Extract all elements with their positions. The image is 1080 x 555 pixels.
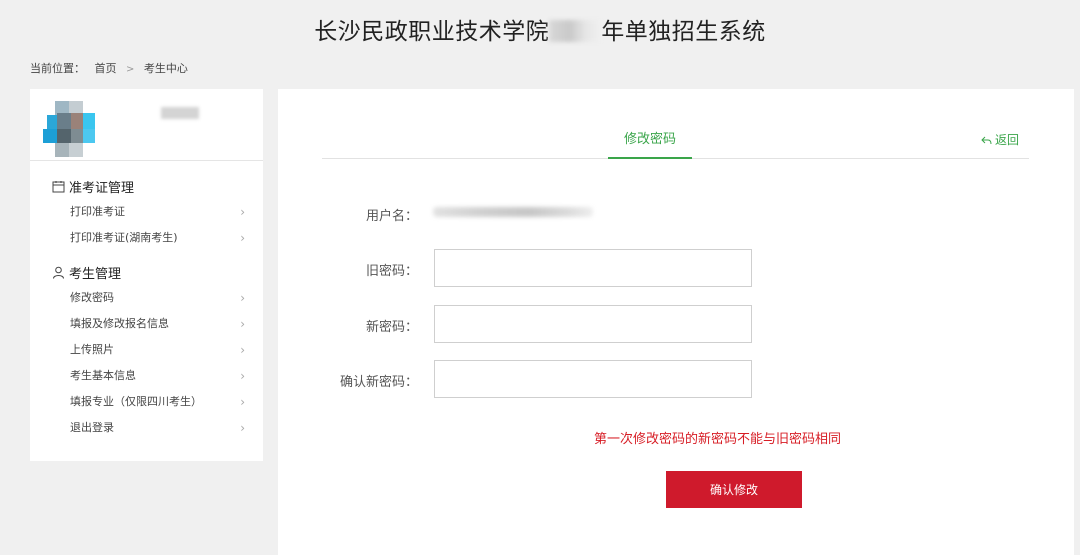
redacted-year (549, 20, 602, 42)
sidebar-item-label: 修改密码 (70, 291, 114, 304)
back-label: 返回 (994, 133, 1019, 147)
new-password-field[interactable] (434, 305, 752, 343)
sidebar-item-label: 打印准考证(湖南考生) (70, 231, 178, 244)
breadcrumb-current: 考生中心 (143, 62, 188, 75)
chevron-right-icon: › (240, 291, 245, 305)
sidebar-item-upload-photo[interactable]: 上传照片 › (70, 341, 245, 359)
sidebar: 准考证管理 打印准考证 › 打印准考证(湖南考生) › 考生管理 修改密码 › … (30, 89, 263, 461)
username-label: 用户名： (365, 209, 418, 224)
sidebar-item-label: 上传照片 (70, 343, 114, 356)
menu-group-admission-ticket: 准考证管理 (52, 177, 134, 196)
confirm-password-field[interactable] (434, 360, 752, 398)
sidebar-item-label: 考生基本信息 (70, 369, 136, 382)
user-icon (53, 266, 64, 279)
page-title: 长沙民政职业技术学院 年单独招生系统 (0, 12, 1080, 46)
breadcrumb-home-link[interactable]: 首页 (95, 62, 117, 75)
tab-change-password[interactable]: 修改密码 (608, 129, 692, 159)
chevron-right-icon: › (240, 317, 245, 331)
back-link[interactable]: 返回 (981, 129, 1019, 151)
old-password-field[interactable] (434, 249, 752, 287)
page-title-prefix: 长沙民政职业技术学院 (314, 19, 550, 45)
menu-group-title: 准考证管理 (69, 181, 135, 196)
sidebar-item-label: 打印准考证 (70, 205, 125, 218)
chevron-right-icon: › (240, 205, 245, 219)
tab-bar: 修改密码 返回 (322, 129, 1029, 159)
password-warning: 第一次修改密码的新密码不能与旧密码相同 (594, 432, 842, 447)
chevron-right-icon: › (240, 231, 245, 245)
confirm-password-label: 确认新密码： (339, 375, 418, 390)
sidebar-item-label: 退出登录 (70, 421, 114, 434)
reply-arrow-icon (981, 136, 992, 145)
breadcrumb: 当前位置： 首页 > 考生中心 (30, 60, 194, 76)
sidebar-item-edit-registration[interactable]: 填报及修改报名信息 › (70, 315, 245, 333)
sidebar-item-label: 填报及修改报名信息 (70, 317, 169, 330)
sidebar-item-label: 填报专业（仅限四川考生） (70, 395, 202, 408)
breadcrumb-label: 当前位置： (30, 62, 85, 75)
sidebar-item-select-major[interactable]: 填报专业（仅限四川考生） › (70, 393, 245, 411)
calendar-icon (52, 181, 65, 193)
new-password-label: 新密码： (365, 320, 418, 335)
old-password-label: 旧密码： (365, 264, 418, 279)
confirm-change-button[interactable]: 确认修改 (666, 471, 802, 508)
redacted-username (433, 207, 593, 217)
chevron-right-icon: › (240, 343, 245, 357)
sidebar-item-print-ticket-hunan[interactable]: 打印准考证(湖南考生) › (70, 229, 245, 247)
menu-group-student-management: 考生管理 (52, 263, 121, 282)
main-panel: 修改密码 返回 用户名： 旧密码： 新密码： 确认新密码： 第一次修改密码的新密… (278, 89, 1074, 555)
sidebar-item-logout[interactable]: 退出登录 › (70, 419, 245, 437)
chevron-right-icon: › (240, 421, 245, 435)
chevron-right-icon: › (240, 369, 245, 383)
sidebar-item-basic-info[interactable]: 考生基本信息 › (70, 367, 245, 385)
user-profile (30, 89, 263, 161)
chevron-right-icon: › (240, 395, 245, 409)
sidebar-item-print-ticket[interactable]: 打印准考证 › (70, 203, 245, 221)
menu-group-title: 考生管理 (69, 267, 122, 282)
page-title-suffix: 年单独招生系统 (601, 19, 766, 45)
breadcrumb-separator: > (126, 64, 135, 75)
header: 长沙民政职业技术学院 年单独招生系统 (0, 0, 1080, 50)
avatar (43, 99, 95, 157)
sidebar-item-change-password[interactable]: 修改密码 › (70, 289, 245, 307)
redacted-user-name (161, 107, 199, 119)
